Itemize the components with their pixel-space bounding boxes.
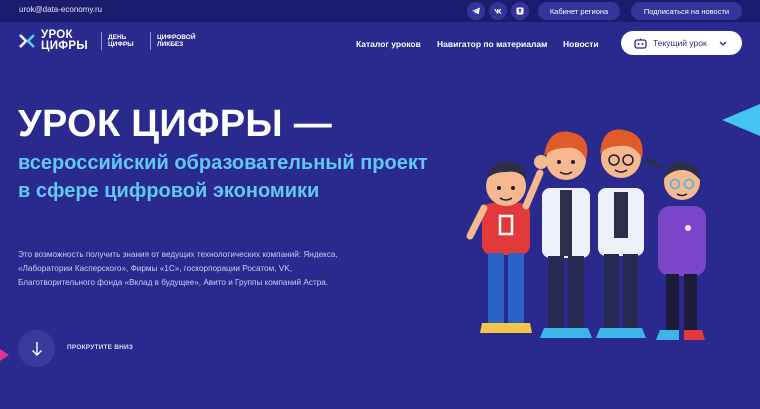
subscribe-button[interactable]: Подписаться на новости <box>631 2 742 20</box>
kids-illustration <box>466 129 706 340</box>
scroll-down-button[interactable] <box>18 330 55 367</box>
hero-title: УРОК ЦИФРЫ — <box>18 103 333 145</box>
vk-icon[interactable] <box>489 2 507 20</box>
logo[interactable]: УРОК ЦИФРЫ ДЕНЬ ЦИФРЫ ЦИФРОВОЙ ЛИКБЕЗ <box>18 29 207 52</box>
logo-title: УРОК ЦИФРЫ <box>41 29 88 52</box>
email-link[interactable]: urok@data-economy.ru <box>19 5 102 14</box>
logo-cifrovoy-likbez[interactable]: ЦИФРОВОЙ ЛИКБЕЗ <box>157 34 207 48</box>
chevron-down-icon <box>719 41 727 46</box>
kid-glasses <box>596 129 646 338</box>
nav-navigator[interactable]: Навигатор по материалам <box>437 39 547 49</box>
scroll-down-label: ПРОКРУТИТЕ ВНИЗ <box>67 344 134 351</box>
decor-triangle-pink <box>0 349 9 361</box>
region-cabinet-button[interactable]: Кабинет региона <box>538 2 620 20</box>
kid-purple-hoodie <box>642 158 706 340</box>
robot-icon <box>634 38 647 49</box>
current-lesson-label: Текущий урок <box>653 38 707 48</box>
arrow-down-icon <box>31 341 42 356</box>
top-bar: urok@data-economy.ru Кабинет региона Под… <box>0 0 760 22</box>
odnoklassniki-icon[interactable] <box>511 2 529 20</box>
hero-subtitle: всероссийский образовательный проект в с… <box>18 152 428 202</box>
nav-news[interactable]: Новости <box>563 39 599 49</box>
current-lesson-button[interactable]: Текущий урок <box>621 31 742 55</box>
logo-divider <box>150 31 151 50</box>
hero-description: Это возможность получить знания от ведущ… <box>18 250 338 287</box>
nav-catalog[interactable]: Каталог уроков <box>356 39 421 49</box>
telegram-icon[interactable] <box>467 2 485 20</box>
logo-den-cifry[interactable]: ДЕНЬ ЦИФРЫ <box>108 34 146 48</box>
logo-divider <box>101 31 102 50</box>
kid-white-jacket <box>540 131 592 338</box>
logo-mark-icon <box>19 33 35 48</box>
kid-red-shirt <box>466 155 548 333</box>
